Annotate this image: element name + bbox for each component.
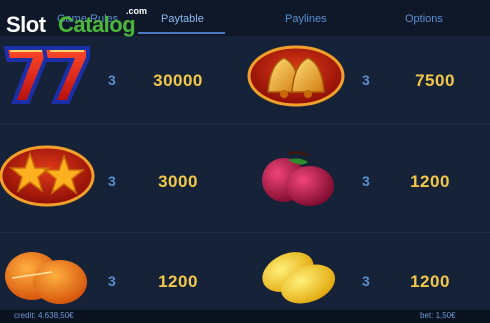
bet-display: bet: 1,50€: [420, 311, 456, 320]
payout-value: 3000: [158, 172, 198, 191]
tab-options[interactable]: Options: [405, 13, 443, 25]
status-bar: credit: 4.638,50€ bet: 1,50€: [0, 310, 490, 323]
row-divider: [0, 124, 490, 125]
bells-icon: [246, 42, 346, 108]
watermark-text-com: .com: [126, 6, 148, 16]
plums-icon: [258, 148, 338, 208]
tab-paylines[interactable]: Paylines: [285, 13, 327, 25]
watermark-text-slot: Slot: [6, 12, 46, 37]
stars-icon: [0, 142, 95, 208]
payout-value: 7500: [415, 71, 455, 90]
row-count: 3: [108, 72, 116, 88]
row-count: 3: [108, 173, 116, 189]
payout-value: 1200: [158, 272, 198, 291]
row-count: 3: [108, 273, 116, 289]
row-count: 3: [362, 173, 370, 189]
watermark-text-catalog: Catalog: [58, 12, 136, 37]
lemons-icon: [258, 244, 338, 308]
row-divider: [0, 232, 490, 233]
row-count: 3: [362, 273, 370, 289]
sevens-icon: [0, 40, 95, 110]
credit-display: credit: 4.638,50€: [14, 311, 74, 320]
row-count: 3: [362, 72, 370, 88]
tab-paytable[interactable]: Paytable: [161, 13, 204, 25]
payout-value: 30000: [153, 71, 203, 90]
payout-value: 1200: [410, 172, 450, 191]
active-tab-indicator: [138, 32, 225, 34]
oranges-icon: [2, 248, 90, 306]
payout-value: 1200: [410, 272, 450, 291]
